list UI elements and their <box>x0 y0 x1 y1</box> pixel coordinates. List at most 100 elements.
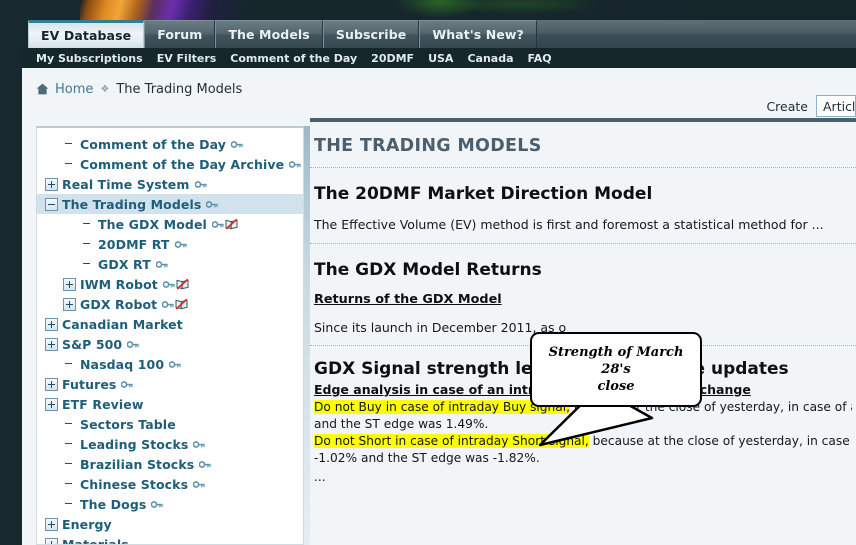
short-signal-highlight: Do not Short in case of intraday Short s… <box>314 434 589 448</box>
sidebar-item-label: Energy <box>62 516 112 532</box>
sidebar-item-label: Sectors Table <box>80 416 176 432</box>
tab-the-models[interactable]: The Models <box>215 20 323 48</box>
sidebar-item-etf-review[interactable]: ETF Review <box>37 394 303 414</box>
sidebar-item-iwm-robot[interactable]: IWM Robot <box>37 274 303 294</box>
left-rail <box>0 0 22 545</box>
key-icon <box>174 240 187 248</box>
truncation-ellipsis: ... <box>314 470 326 484</box>
sidebar-item-real-time-system[interactable]: Real Time System <box>37 174 303 194</box>
sidebar-item-sectors-table[interactable]: Sectors Table <box>37 414 303 434</box>
expand-plus-icon[interactable] <box>45 337 58 351</box>
create-label: Create <box>766 98 808 114</box>
subnav-item-usa[interactable]: USA <box>428 52 453 65</box>
key-icon <box>211 220 224 228</box>
heading-20dmf: The 20DMF Market Direction Model <box>314 184 653 204</box>
sidebar-item-label: 20DMF RT <box>98 236 170 252</box>
sidebar-item-label: Leading Stocks <box>80 436 189 452</box>
sidebar-item-s-p-500[interactable]: S&P 500 <box>37 334 303 354</box>
expand-plus-icon[interactable] <box>63 277 76 291</box>
tree-spacer <box>63 418 76 431</box>
sidebar-item-label: Futures <box>62 376 117 392</box>
expand-plus-icon[interactable] <box>45 177 58 191</box>
tab-what-s-new[interactable]: What's New? <box>419 20 537 48</box>
collapse-minus-icon[interactable] <box>45 197 58 211</box>
sidebar-item-the-dogs[interactable]: The Dogs <box>37 494 303 514</box>
breadcrumb-separator-icon: ❖ <box>100 83 110 95</box>
expand-plus-icon[interactable] <box>45 537 58 544</box>
key-icon <box>169 360 181 368</box>
sidebar-item-brazilian-stocks[interactable]: Brazilian Stocks <box>37 454 303 474</box>
home-icon <box>36 83 49 95</box>
subnav-item-my-subscriptions[interactable]: My Subscriptions <box>36 52 143 65</box>
tab-subscribe[interactable]: Subscribe <box>322 20 420 48</box>
sidebar-item-materials[interactable]: Materials <box>37 534 303 544</box>
sidebar-item-label: GDX RT <box>98 256 151 272</box>
sidebar-item-label: Chinese Stocks <box>80 476 189 492</box>
sidebar-item-canadian-market[interactable]: Canadian Market <box>37 314 303 334</box>
key-icon <box>162 280 175 288</box>
expand-plus-icon[interactable] <box>45 397 58 411</box>
subnav-item-canada[interactable]: Canada <box>467 52 513 65</box>
primary-tabs: EV Database Forum The Models Subscribe What'… <box>28 20 537 48</box>
tab-forum[interactable]: Forum <box>144 20 216 48</box>
sidebar-tree: Comment of the Day Comment of the Day Arc… <box>37 128 303 544</box>
key-icon <box>199 460 211 468</box>
subnav-item-ev-filters[interactable]: EV Filters <box>157 52 217 65</box>
short-signal-rest: because at the close of yesterday, in ca… <box>592 434 852 448</box>
tree-spacer <box>81 258 94 271</box>
subnav-item-faq[interactable]: FAQ <box>528 52 552 65</box>
content-top-rule <box>310 118 856 122</box>
sidebar-item-the-trading-models[interactable]: The Trading Models <box>37 194 303 214</box>
subnav-item-20dmf[interactable]: 20DMF <box>371 52 414 65</box>
sidebar-item-energy[interactable]: Energy <box>37 514 303 534</box>
buy-signal-line2: and the ST edge was 1.49%. <box>314 417 489 431</box>
site-banner-image <box>0 0 856 20</box>
sidebar-item-label: Comment of the Day <box>80 136 226 152</box>
tree-spacer <box>63 458 76 471</box>
sidebar-edge-shadow <box>304 126 310 545</box>
sidebar-item-gdx-robot[interactable]: GDX Robot <box>37 294 303 314</box>
key-icon <box>151 500 164 508</box>
page-title: THE TRADING MODELS <box>314 136 542 156</box>
sidebar-item-label: The Dogs <box>80 496 147 512</box>
expand-plus-icon[interactable] <box>45 517 58 531</box>
key-icon <box>162 300 174 308</box>
sidebar-item-label: IWM Robot <box>80 276 158 292</box>
breadcrumb-current: The Trading Models <box>116 81 243 97</box>
sidebar-item-futures[interactable]: Futures <box>37 374 303 394</box>
tree-spacer <box>63 138 76 151</box>
key-icon <box>206 200 219 208</box>
sidebar-item-comment-of-the-day-archive[interactable]: Comment of the Day Archive <box>37 154 303 174</box>
create-type-select[interactable]: Article <box>816 95 856 117</box>
divider-2 <box>310 243 856 244</box>
sidebar-item-label: GDX Robot <box>80 296 158 312</box>
link-returns-of-gdx-model[interactable]: Returns of the GDX Model <box>310 292 856 307</box>
expand-plus-icon[interactable] <box>45 317 58 331</box>
sidebar-item-label: Comment of the Day Archive <box>80 156 285 172</box>
key-icon <box>289 160 301 168</box>
sidebar-item-label: S&P 500 <box>62 336 123 352</box>
sidebar-item-chinese-stocks[interactable]: Chinese Stocks <box>37 474 303 494</box>
sidebar-item-comment-of-the-day[interactable]: Comment of the Day <box>37 134 303 154</box>
sidebar-item-20dmf-rt[interactable]: 20DMF RT <box>37 234 303 254</box>
sidebar-item-gdx-rt[interactable]: GDX RT <box>37 254 303 274</box>
callout-line-1: Strength of March 28's <box>548 345 684 377</box>
expand-plus-icon[interactable] <box>63 297 76 311</box>
sidebar-item-nasdaq-100[interactable]: Nasdaq 100 <box>37 354 303 374</box>
short-signal-line2: -1.02% and the ST edge was -1.82%. <box>314 451 540 465</box>
tree-spacer <box>81 218 94 231</box>
expand-plus-icon[interactable] <box>45 377 58 391</box>
breadcrumb-home-link[interactable]: Home <box>55 82 93 97</box>
sidebar-item-label: Canadian Market <box>62 316 183 332</box>
callout-line-2: close <box>597 379 635 394</box>
sidebar-item-label: Brazilian Stocks <box>80 456 195 472</box>
banner-left-fill <box>0 0 80 20</box>
tree-spacer <box>63 478 76 491</box>
app-window: EV Database Forum The Models Subscribe What'… <box>0 0 856 545</box>
sidebar-item-leading-stocks[interactable]: Leading Stocks <box>37 434 303 454</box>
tree-spacer <box>63 158 76 171</box>
heading-gdx-returns: The GDX Model Returns <box>314 260 542 280</box>
sidebar-item-the-gdx-model[interactable]: The GDX Model <box>37 214 303 234</box>
subnav-item-comment-of-the-day[interactable]: Comment of the Day <box>230 52 357 65</box>
tab-ev-database[interactable]: EV Database <box>28 20 145 48</box>
